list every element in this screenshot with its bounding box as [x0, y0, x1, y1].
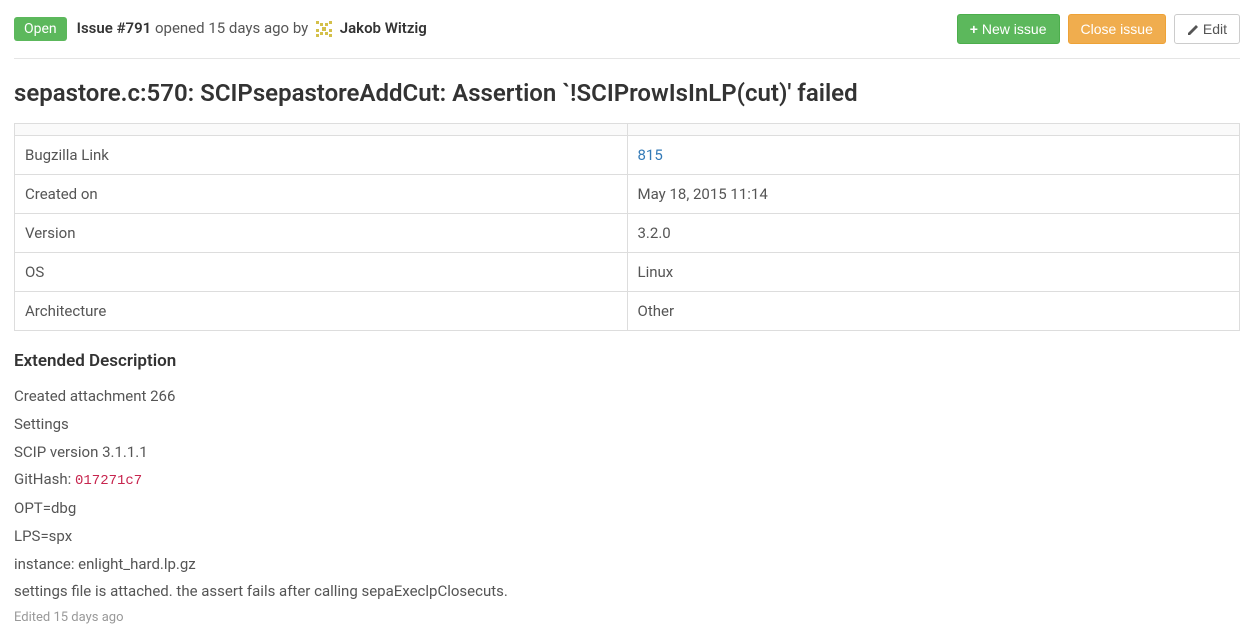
desc-line: Created attachment 266 [14, 383, 1240, 411]
edit-label: Edit [1203, 21, 1227, 37]
detail-label: Architecture [15, 292, 628, 331]
table-row: Version 3.2.0 [15, 214, 1240, 253]
detail-value: Linux [627, 253, 1240, 292]
header-left: Open Issue #791 opened 15 days ago by [14, 17, 427, 41]
opened-text: opened 15 days ago by [151, 19, 312, 37]
githash-code[interactable]: 017271c7 [75, 473, 142, 489]
detail-value: May 18, 2015 11:14 [627, 175, 1240, 214]
detail-value: 3.2.0 [627, 214, 1240, 253]
desc-line: LPS=spx [14, 523, 1240, 551]
close-issue-button[interactable]: Close issue [1068, 14, 1166, 44]
detail-label: Version [15, 214, 628, 253]
table-row: Bugzilla Link 815 [15, 136, 1240, 175]
detail-value: Other [627, 292, 1240, 331]
desc-line: instance: enlight_hard.lp.gz [14, 551, 1240, 579]
status-badge: Open [14, 17, 67, 41]
issue-header: Open Issue #791 opened 15 days ago by [14, 14, 1240, 59]
desc-line: GitHash: 017271c7 [14, 466, 1240, 495]
author-name[interactable]: Jakob Witzig [340, 19, 427, 37]
bugzilla-link[interactable]: 815 [638, 146, 663, 164]
desc-line: settings file is attached. the assert fa… [14, 578, 1240, 606]
githash-prefix: GitHash: [14, 470, 75, 488]
detail-label: Created on [15, 175, 628, 214]
detail-label: Bugzilla Link [15, 136, 628, 175]
table-row: OS Linux [15, 253, 1240, 292]
detail-value: 815 [627, 136, 1240, 175]
th-empty-left [15, 124, 628, 136]
new-issue-button[interactable]: New issue [957, 14, 1060, 44]
desc-line: Settings [14, 411, 1240, 439]
extended-description-heading: Extended Description [14, 351, 1240, 371]
detail-label: OS [15, 253, 628, 292]
edit-icon [1187, 23, 1199, 35]
edit-button[interactable]: Edit [1174, 14, 1240, 44]
table-row: Created on May 18, 2015 11:14 [15, 175, 1240, 214]
details-table: Bugzilla Link 815 Created on May 18, 201… [14, 123, 1240, 331]
table-row: Architecture Other [15, 292, 1240, 331]
header-actions: New issue Close issue Edit [957, 14, 1240, 44]
issue-number: Issue #791 [77, 19, 152, 37]
issue-title: sepastore.c:570: SCIPsepastoreAddCut: As… [14, 79, 1240, 107]
plus-icon [970, 21, 978, 37]
new-issue-label: New issue [982, 21, 1047, 37]
th-empty-right [627, 124, 1240, 136]
close-issue-label: Close issue [1081, 21, 1153, 37]
avatar[interactable] [314, 19, 334, 39]
description-body: Created attachment 266 Settings SCIP ver… [14, 383, 1240, 606]
issue-meta: Issue #791 opened 15 days ago by Jakob W… [77, 19, 427, 39]
desc-line: OPT=dbg [14, 495, 1240, 523]
desc-line: SCIP version 3.1.1.1 [14, 439, 1240, 467]
edited-note: Edited 15 days ago [14, 610, 1240, 625]
